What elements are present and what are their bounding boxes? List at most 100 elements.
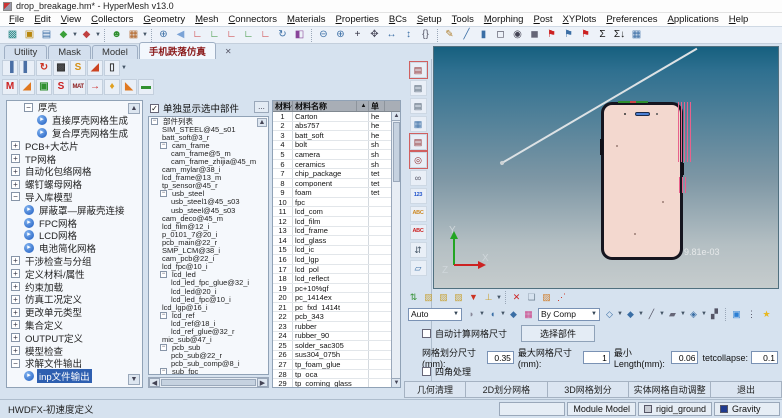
shrink-elements-icon[interactable]: ▰ (666, 308, 679, 321)
flag-red-icon[interactable]: ⚑ (544, 28, 559, 43)
battery-icon[interactable]: ▮ (476, 28, 491, 43)
workflow-tree-item[interactable]: +约束加载 (7, 280, 142, 293)
import-icon-caret[interactable]: ▼ (72, 32, 78, 38)
delete-icon[interactable]: ✕ (510, 291, 523, 304)
workflow-tree-item[interactable]: ▸直接厚壳网格生成 (7, 114, 142, 127)
zoom-in-icon[interactable]: ⊕ (333, 28, 348, 43)
scroll-down-icon[interactable]: ▼ (128, 374, 140, 385)
folder-cube-icon[interactable]: ▨ (452, 291, 465, 304)
component-tree-item[interactable]: −sub_fpc (149, 368, 268, 375)
shaded-mesh-icon[interactable]: ◖ (486, 308, 499, 321)
split-view-icon[interactable]: ▞ (708, 308, 721, 321)
view-xz-icon[interactable]: ∟ (224, 28, 239, 43)
scrollbar-thumb[interactable] (161, 379, 256, 386)
select-parts-button[interactable]: 选择部件 (521, 325, 595, 342)
load-export-icon[interactable]: ⇅ (407, 291, 420, 304)
action-button-4[interactable]: 退出 (710, 381, 782, 398)
tab-model[interactable]: Model (92, 45, 138, 59)
unmask-adjacent-icon[interactable]: ▤ (410, 80, 427, 96)
wire-cube-icon[interactable]: ◻ (493, 28, 508, 43)
scroll-up-icon[interactable]: ▲ (128, 103, 140, 114)
component-tree-item[interactable]: mic_sub@47_i (149, 336, 268, 344)
ramp-icon[interactable]: ◢ (87, 60, 103, 76)
pcb-icon[interactable]: ▬ (138, 79, 154, 95)
solid-cube-icon[interactable]: ◼ (527, 28, 542, 43)
scrollbar-thumb[interactable] (393, 122, 400, 182)
expand-icon[interactable]: + (11, 333, 20, 342)
tab-mask[interactable]: Mask (48, 45, 91, 59)
menu-file[interactable]: File (4, 14, 29, 25)
material-row[interactable]: 7chip_packagetet (273, 169, 400, 179)
material-row[interactable]: 5camerash (273, 150, 400, 160)
view-xy-icon[interactable]: ∟ (190, 28, 205, 43)
phone-model[interactable] (601, 102, 683, 260)
color-mode-combo[interactable]: By Comp ▼ (538, 308, 600, 321)
more-options-button[interactable]: ... (254, 101, 269, 113)
menu-help[interactable]: Help (724, 14, 754, 25)
shaded-geometry-icon[interactable]: ◗ (465, 308, 478, 321)
component-tree-hscrollbar[interactable]: ◀ ▶ (148, 377, 269, 388)
collapse-icon[interactable]: − (151, 118, 158, 125)
workflow-tree-item[interactable]: −导入库模型 (7, 191, 142, 204)
expand-icon[interactable]: + (11, 346, 20, 355)
organize-icon-caret[interactable]: ▼ (142, 32, 148, 38)
zoom-out-icon[interactable]: ⊖ (316, 28, 331, 43)
shrink-elements-icon-caret[interactable]: ▼ (680, 308, 686, 321)
moment-icon[interactable]: M (2, 79, 18, 95)
view-yx-icon[interactable]: ∟ (207, 28, 222, 43)
open-model-icon[interactable]: ▣ (22, 28, 37, 43)
menu-mesh[interactable]: Mesh (190, 14, 223, 25)
transparency-icon[interactable]: ◈ (687, 308, 700, 321)
materials-table-scrollbar[interactable]: ▲ ▼ (391, 112, 400, 387)
auto-mesh-size-checkbox[interactable] (422, 329, 431, 338)
user-profiles-icon[interactable]: ☻ (109, 28, 124, 43)
sort-icon[interactable]: ▲ (357, 101, 369, 111)
expand-icon[interactable]: + (11, 141, 20, 150)
material-row[interactable]: 12lcd_film (273, 217, 400, 227)
workflow-tree-item[interactable]: +模型检查 (7, 344, 142, 357)
shaded-geometry-icon-caret[interactable]: ▼ (479, 308, 485, 321)
collapse-icon[interactable]: − (11, 192, 20, 201)
feature-lines-icon[interactable]: ╱ (645, 308, 658, 321)
ramp-arrow-icon[interactable]: ◢ (19, 79, 35, 95)
menu-applications[interactable]: Applications (663, 14, 724, 25)
scroll-up-icon[interactable]: ▲ (257, 118, 267, 127)
workflow-tree-item[interactable]: ▸屏蔽罩—屏蔽壳连接 (7, 203, 142, 216)
arrows-lr-icon[interactable]: ↔ (384, 28, 399, 43)
zoom-fit-icon[interactable]: ⊕ (156, 28, 171, 43)
reverse-mask-icon[interactable]: ◎ (410, 152, 427, 168)
menu-connectors[interactable]: Connectors (223, 14, 282, 25)
collapse-icon[interactable]: − (11, 359, 20, 368)
material-row[interactable]: 19pc+10%gf (273, 284, 400, 294)
status-box-2[interactable]: rigid_ground (638, 402, 712, 416)
save-model-icon[interactable]: ▤ (39, 28, 54, 43)
pen-icon[interactable]: ╱ (459, 28, 474, 43)
workflow-tree-item[interactable]: +螺钉螺母网格 (7, 178, 142, 191)
scroll-right-icon[interactable]: ▶ (257, 378, 268, 387)
overflow-dots-icon[interactable]: ⋮ (745, 308, 758, 321)
export-icon[interactable]: ◆ (79, 28, 94, 43)
workflow-tree-item[interactable]: +集合定义 (7, 319, 142, 332)
material-row[interactable]: 11lcd_com (273, 207, 400, 217)
material-row[interactable]: 21pc_fxd_1414t (273, 303, 400, 313)
braces-icon[interactable]: {} (418, 28, 433, 43)
menu-geometry[interactable]: Geometry (138, 14, 190, 25)
previous-view-icon[interactable]: ◀ (173, 28, 188, 43)
material-row[interactable]: 25solder_sac305 (273, 341, 400, 351)
wireframe-elements-icon[interactable]: ◇ (603, 308, 616, 321)
organize-cubes-icon[interactable]: ❏ (525, 291, 538, 304)
collapse-icon[interactable]: − (160, 142, 167, 149)
menu-xyplots[interactable]: XYPlots (558, 14, 602, 25)
workflow-tree-item[interactable]: −厚壳 (7, 101, 142, 114)
menu-bcs[interactable]: BCs (384, 14, 412, 25)
collapse-icon[interactable]: − (160, 344, 167, 351)
workflow-tree-item[interactable]: +TP网格 (7, 152, 142, 165)
collapse-icon[interactable]: − (160, 190, 167, 197)
collapse-icon[interactable]: − (160, 368, 167, 375)
menu-edit[interactable]: Edit (29, 14, 55, 25)
flag-blue-icon[interactable]: ⚑ (561, 28, 576, 43)
menu-preferences[interactable]: Preferences (601, 14, 662, 25)
view-yz-icon[interactable]: ∟ (258, 28, 273, 43)
brackets-icon-caret[interactable]: ▼ (121, 60, 127, 76)
material-row[interactable]: 14lcd_glass (273, 236, 400, 246)
